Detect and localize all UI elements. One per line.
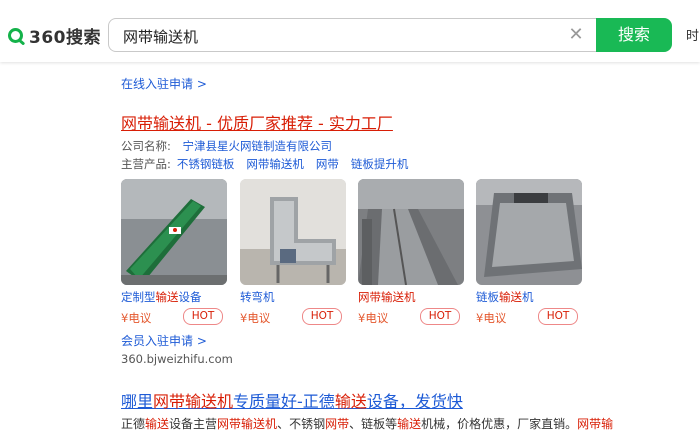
product-name[interactable]: 转弯机 (240, 289, 346, 305)
result2-title[interactable]: 哪里网带输送机专质量好-正德输送设备，发货快 (121, 388, 463, 412)
price: ¥电议 (240, 311, 271, 325)
title-highlight: 输送 (334, 392, 367, 411)
title-highlight: 网带输送机 (153, 392, 234, 411)
product-name[interactable]: 网带输送机 (358, 289, 464, 305)
result-url: 360.bjweizhifu.com (121, 352, 233, 366)
name-part: 链板 (476, 290, 499, 304)
360-logo[interactable]: 360搜索 (8, 23, 101, 48)
products-label: 主营产品: (121, 157, 171, 171)
product-image[interactable] (476, 179, 582, 285)
desc-part: 正德 (121, 417, 146, 431)
company-name-link[interactable]: 宁津县星火网链制造有限公司 (183, 139, 333, 153)
product-card[interactable]: 转弯机 ¥电议 HOT (240, 179, 346, 326)
price: ¥电议 (476, 311, 507, 325)
product-card[interactable]: 网带输送机 ¥电议 HOT (358, 179, 464, 326)
search-button[interactable]: 搜索 (596, 18, 672, 52)
product-link[interactable]: 网带 (316, 157, 339, 171)
desc-part: 、链板等 (349, 417, 398, 431)
desc-part: 机械，价格优惠，厂家直销。 (421, 417, 578, 431)
title-highlight: 网带输送机 (121, 114, 202, 133)
product-card[interactable]: 链板输送机 ¥电议 HOT (476, 179, 582, 326)
result2-description: 正德输送设备主营网带输送机、不锈钢网带、链板等输送机械，价格优惠，厂家直销。网带… (121, 415, 613, 432)
name-part: 机 (522, 290, 534, 304)
title-rest: - 优质厂家推荐 - 实力工厂 (201, 114, 393, 133)
product-link[interactable]: 不锈钢链板 (177, 157, 235, 171)
hot-badge: HOT (420, 308, 460, 325)
title-part: 专质量好-正德 (233, 392, 335, 411)
name-highlight: 输送 (499, 290, 522, 304)
hot-badge: HOT (183, 308, 223, 325)
result1-title[interactable]: 网带输送机 - 优质厂家推荐 - 实力工厂 (121, 110, 393, 134)
name-highlight: 网带输送机 (358, 290, 416, 304)
product-link[interactable]: 网带输送机 (246, 157, 304, 171)
product-name[interactable]: 链板输送机 (476, 289, 582, 305)
desc-highlight: 网带 (325, 417, 350, 431)
card-footer: ¥电议 HOT (121, 308, 227, 326)
name-part: 转弯机 (240, 290, 275, 304)
products-line: 主营产品: 不锈钢链板 网带输送机 网带 链板提升机 (121, 156, 408, 172)
desc-part: 设备主营 (169, 417, 218, 431)
card-footer: ¥电议 HOT (476, 308, 582, 326)
member-entry-link[interactable]: 会员入驻申请 > (121, 332, 207, 349)
logo-text: 360搜索 (29, 27, 101, 48)
product-image[interactable] (358, 179, 464, 285)
product-card[interactable]: 定制型输送设备 ¥电议 HOT (121, 179, 227, 326)
desc-highlight: 网带输 (577, 417, 614, 431)
hot-badge: HOT (302, 308, 342, 325)
name-highlight: 输送 (155, 290, 179, 304)
name-part: 定制型 (121, 290, 156, 304)
360-logo-icon (8, 27, 23, 43)
name-part: 设备 (178, 290, 202, 304)
title-part: 哪里 (121, 392, 154, 411)
company-label: 公司名称: (121, 139, 171, 153)
card-footer: ¥电议 HOT (358, 308, 464, 326)
online-entry-link[interactable]: 在线入驻申请 > (121, 75, 207, 92)
search-box[interactable] (108, 18, 596, 53)
search-input[interactable] (121, 19, 545, 53)
product-name[interactable]: 定制型输送设备 (121, 289, 227, 305)
desc-highlight: 网带输送机 (217, 417, 278, 431)
close-icon[interactable]: ✕ (565, 24, 587, 46)
hot-badge: HOT (538, 308, 578, 325)
desc-part: 、不锈钢 (277, 417, 326, 431)
desc-highlight: 输送 (145, 417, 170, 431)
company-line: 公司名称: 宁津县星火网链制造有限公司 (121, 138, 332, 154)
price: ¥电议 (358, 311, 389, 325)
desc-highlight: 输送 (397, 417, 422, 431)
title-part: 设备，发货快 (366, 392, 463, 411)
product-link[interactable]: 链板提升机 (351, 157, 409, 171)
product-image[interactable] (121, 179, 227, 285)
search-header: 360搜索 ✕ 搜索 时 (0, 0, 700, 62)
price: ¥电议 (121, 311, 152, 325)
product-cards: 定制型输送设备 ¥电议 HOT 转弯机 ¥电议 HOT 网带输送机 ¥电议 HO… (121, 179, 700, 329)
card-footer: ¥电议 HOT (240, 308, 346, 326)
product-image[interactable] (240, 179, 346, 285)
time-filter-link[interactable]: 时 (686, 25, 699, 44)
